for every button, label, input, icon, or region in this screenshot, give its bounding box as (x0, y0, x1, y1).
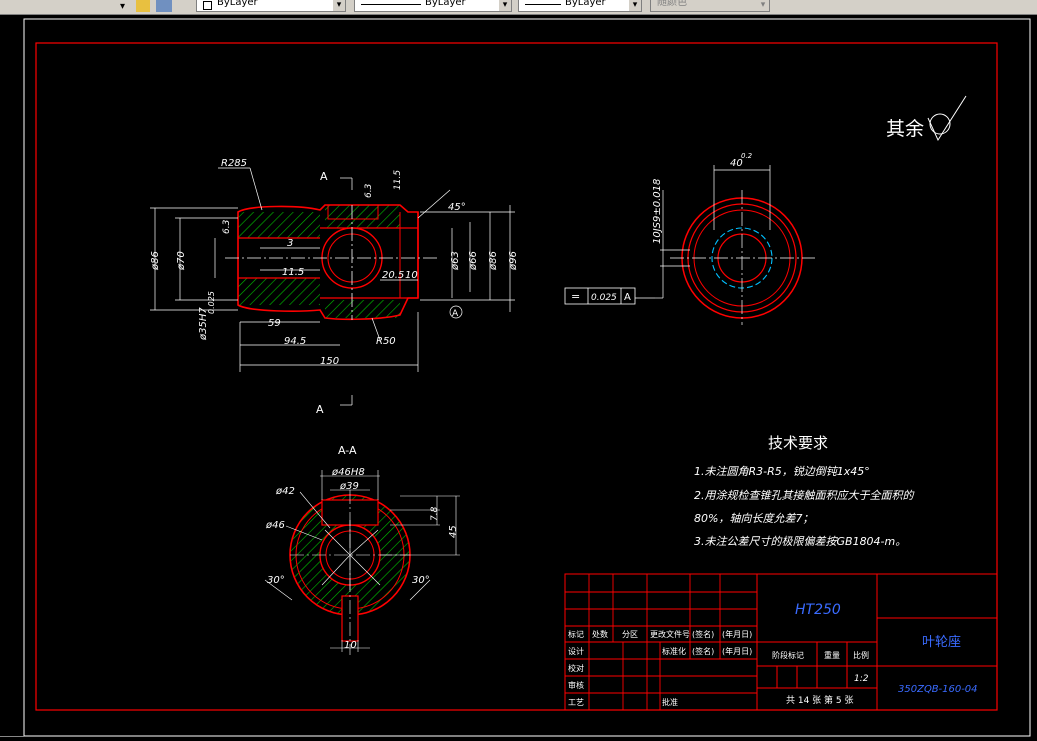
frame-symmetry-symbol: = (571, 290, 580, 303)
tech-req-line-2: 2.用涂规检查锥孔其接触面积应大于全面积的 (694, 489, 915, 502)
dim-94-5: 94.5 (284, 336, 306, 347)
plotstyle-value: 随颜色 (657, 0, 687, 8)
dim-10: 10 (405, 270, 418, 281)
chevron-down-icon[interactable]: ▾ (757, 0, 769, 11)
chevron-down-icon[interactable]: ▾ (629, 0, 641, 11)
lineweight-select[interactable]: ByLayer ▾ (354, 0, 512, 12)
layer-state-icon[interactable] (136, 0, 150, 12)
tech-req-line-4: 3.未注公差尺寸的极限偏差按GB1804-m。 (694, 535, 906, 548)
dim-dia-70: ø70 (176, 251, 187, 271)
hatch-lower-left (238, 278, 320, 305)
tb-scale: 1:2 (854, 674, 869, 684)
linestyle-value: ByLayer (565, 0, 606, 8)
drawing-frame (35, 42, 998, 711)
dim-dia-42: ø42 (275, 486, 295, 497)
tb-sign: (签名) (692, 629, 714, 639)
tb-process: 工艺 (568, 698, 584, 707)
tech-req-title: 技术要求 (768, 434, 828, 452)
dim-20-5: 20.5 (382, 270, 404, 281)
dim-angle-45: 45° (448, 202, 466, 213)
dim-dia-46: ø46 (265, 520, 285, 531)
tb-docno: 更改文件号 (650, 629, 690, 639)
dim-r285: R285 (221, 158, 247, 169)
tb-zone: 分区 (622, 630, 638, 639)
hatch-bottom-mid (325, 300, 400, 318)
tb-approve: 批准 (662, 697, 678, 707)
tolerance-frame: = 0.025 A (564, 287, 636, 305)
dim-dia-96: ø96 (508, 251, 519, 271)
chevron-down-icon[interactable]: ▾ (333, 0, 345, 11)
dim-tol-35: 0.025 (207, 291, 216, 314)
tb-part-name: 叶轮座 (922, 635, 961, 650)
dim-r50: R50 (376, 336, 396, 347)
model-tab[interactable] (0, 736, 24, 741)
tb-design: 设计 (568, 646, 584, 656)
linestyle-select[interactable]: ByLayer ▾ (518, 0, 642, 12)
dim-dia-86-right: ø86 (488, 251, 499, 271)
side-view: 40 0.2 10JS9±0.018 = 0.025 A (564, 152, 815, 325)
section-mark-top: A (320, 170, 328, 183)
dim-dia-63: ø63 (450, 251, 461, 271)
dim-dia-86: ø86 (150, 251, 161, 271)
section-mark-bottom: A (316, 403, 324, 416)
hatch-upper-left (238, 212, 320, 238)
dim-angle-30-right: 30° (412, 575, 430, 586)
tb-material: HT250 (795, 602, 841, 618)
tech-req-line-3: 80%，轴向长度允差7； (694, 512, 813, 525)
dim-3: 3 (287, 238, 293, 249)
dim-6-3-left: 6.3 (222, 219, 232, 234)
plotstyle-select[interactable]: 随颜色 ▾ (650, 0, 770, 12)
section-aa: A-A ø46H8 ø39 ø42 ø46 7.8 45 30° 30° 10 (264, 444, 460, 655)
dim-11-5: 11.5 (282, 267, 304, 278)
tb-std: 标准化 (662, 646, 686, 656)
datum-a-label: A (452, 309, 459, 319)
dim-10-section: 10 (344, 640, 357, 651)
tb-drawing-no: 350ZQB-160-04 (898, 684, 978, 695)
drawing-canvas[interactable]: 其余 R285 A A 6.3 11.5 45° 6.3 3 11.5 20.5… (0, 15, 1037, 740)
main-view: R285 A A 6.3 11.5 45° 6.3 3 11.5 20.5 10… (150, 158, 519, 416)
tech-requirements: 技术要求 1.未注圆角R3-R5，锐边倒钝1x45° 2.用涂规检查锥孔其接触面… (694, 434, 915, 548)
tb-mark: 标记 (568, 629, 584, 639)
tb-ratio: 比例 (853, 650, 869, 660)
tb-sheets: 共 14 张 第 5 张 (786, 694, 853, 706)
lineweight-value: ByLayer (425, 0, 466, 8)
dim-10js9: 10JS9±0.018 (652, 179, 663, 244)
roughness-symbol: 其余 (886, 95, 967, 142)
dim-59: 59 (268, 318, 281, 329)
line-sample (525, 4, 561, 5)
roughness-note: 其余 (886, 118, 924, 140)
line-sample (361, 4, 421, 5)
linetype-value: ByLayer (217, 0, 258, 8)
tb-review: 审核 (568, 680, 584, 690)
dim-dia-39: ø39 (339, 481, 359, 492)
tb-weight: 重量 (824, 650, 840, 660)
dim-dia-66: ø66 (468, 251, 479, 271)
layer-stack-icon[interactable] (156, 0, 172, 12)
dim-11-5-top: 11.5 (393, 170, 403, 190)
frame-datum: A (624, 292, 631, 303)
frame-value: 0.025 (591, 293, 617, 303)
tb-date: (年月日) (722, 629, 752, 639)
linetype-select[interactable]: ByLayer ▾ (196, 0, 346, 12)
properties-toolbar: ▾ ByLayer ▾ ByLayer ▾ ByLayer ▾ 随颜色 ▾ (0, 0, 1037, 15)
hatch-top-mid (325, 205, 400, 228)
dim-angle-30-left: 30° (267, 575, 285, 586)
section-title: A-A (338, 444, 357, 457)
dim-6-3-top: 6.3 (364, 183, 374, 198)
tb-date2: (年月日) (722, 646, 752, 656)
dim-7-8: 7.8 (430, 506, 440, 521)
tb-check: 校对 (568, 663, 584, 673)
tb-stage: 阶段标记 (772, 650, 804, 660)
tb-count: 处数 (592, 629, 608, 639)
tb-sign2: (签名) (692, 646, 714, 656)
sheet-outer-border (23, 18, 1031, 737)
dim-45: 45 (448, 525, 459, 538)
dim-40-tol: 0.2 (741, 152, 753, 160)
dim-150: 150 (320, 356, 339, 367)
tech-req-line-1: 1.未注圆角R3-R5，锐边倒钝1x45° (694, 465, 870, 478)
dim-dia-46h8: ø46H8 (331, 467, 365, 478)
chevron-down-icon[interactable]: ▾ (499, 0, 511, 11)
dropdown-arrow-icon[interactable]: ▾ (120, 0, 134, 12)
